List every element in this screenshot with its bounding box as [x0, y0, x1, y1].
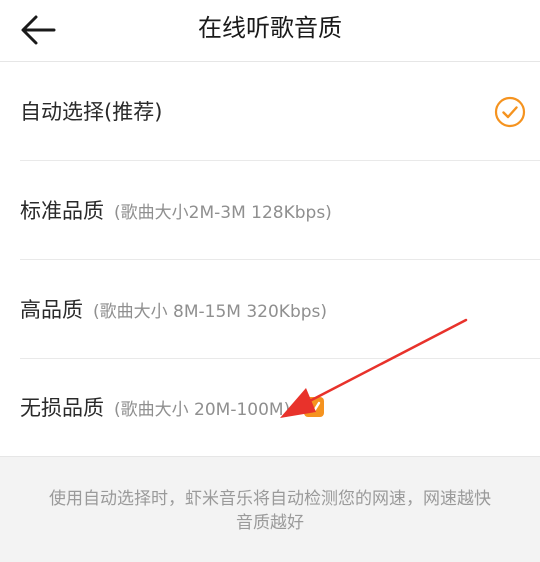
option-auto[interactable]: 自动选择(推荐): [20, 62, 540, 161]
option-lossless[interactable]: 无损品质 (歌曲大小 20M-100M): [20, 359, 540, 455]
vip-v-icon: [308, 401, 321, 413]
option-label: 标准品质: [20, 199, 104, 223]
hint-line-1: 使用自动选择时，虾米音乐将自动检测您的网速，网速越快: [49, 489, 491, 509]
option-size-info: (歌曲大小2M-3M 128Kbps): [114, 202, 332, 223]
option-size-info: (歌曲大小 8M-15M 320Kbps): [93, 301, 328, 322]
option-high[interactable]: 高品质 (歌曲大小 8M-15M 320Kbps): [20, 260, 540, 359]
page-title: 在线听歌音质: [198, 14, 342, 42]
option-label: 自动选择(推荐): [20, 100, 163, 124]
option-label: 无损品质: [20, 396, 104, 420]
option-label: 高品质: [20, 298, 83, 322]
vip-badge-icon: [304, 397, 325, 417]
option-standard[interactable]: 标准品质 (歌曲大小2M-3M 128Kbps): [20, 161, 540, 260]
quality-hint: 使用自动选择时，虾米音乐将自动检测您的网速，网速越快 音质越好: [0, 456, 540, 562]
option-size-info: (歌曲大小 20M-100M): [114, 399, 291, 420]
quality-options-list: 自动选择(推荐) 标准品质 (歌曲大小2M-3M 128Kbps) 高品质 (歌…: [0, 62, 540, 455]
hint-line-2: 音质越好: [236, 513, 304, 533]
top-bar: 在线听歌音质: [0, 0, 540, 62]
check-circle-icon: [494, 96, 526, 128]
